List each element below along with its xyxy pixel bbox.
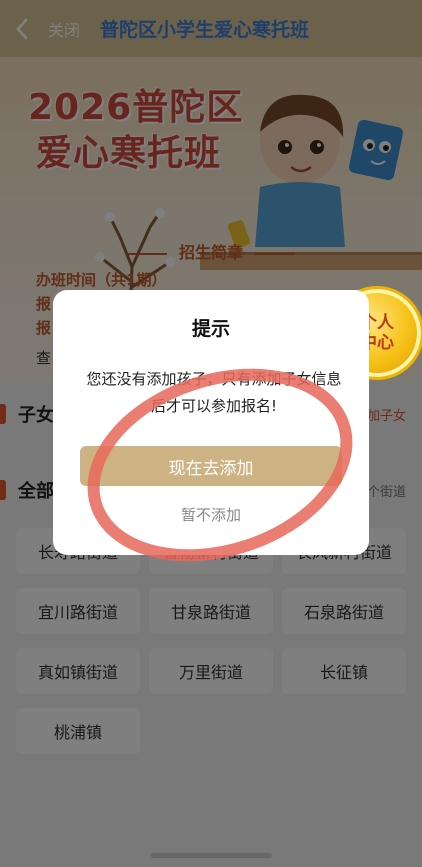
dialog-message: 您还没有添加孩子，只有添加子女信息后才可以参加报名! [86, 370, 342, 415]
not-now-button[interactable]: 暂不添加 [53, 504, 369, 525]
dialog-title: 提示 [191, 318, 230, 340]
add-now-button[interactable]: 现在去添加 [80, 446, 342, 486]
prompt-dialog: 提示 您还没有添加孩子，只有添加子女信息后才可以参加报名! 现在去添加 暂不添加 [53, 290, 369, 555]
